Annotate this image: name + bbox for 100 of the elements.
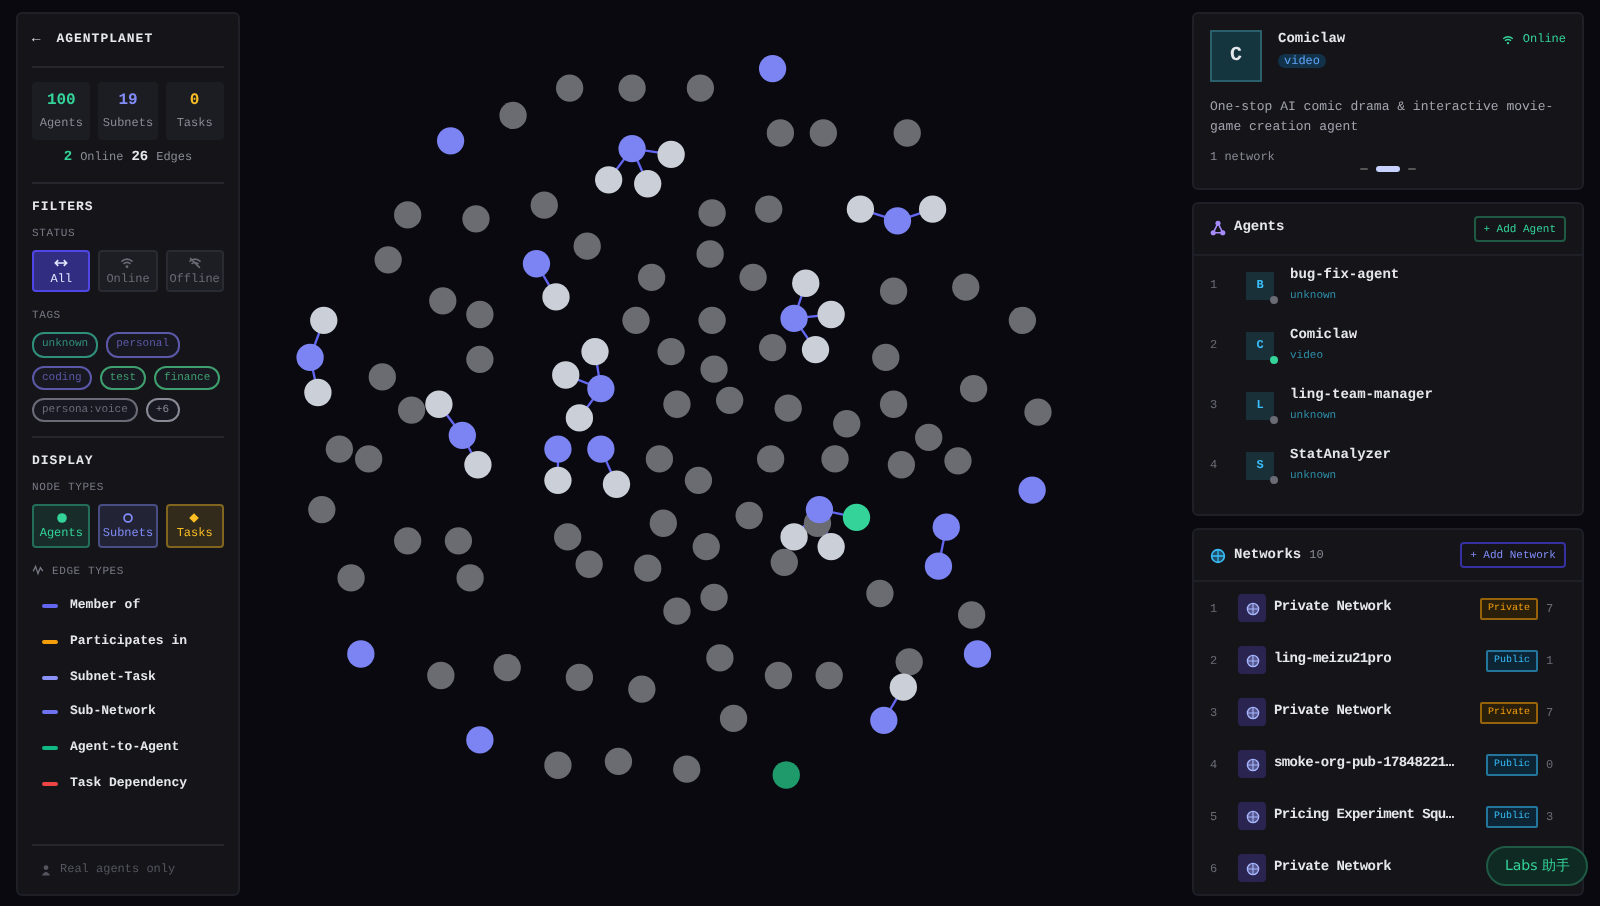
agent-node[interactable] (622, 306, 650, 334)
agent-node[interactable] (565, 663, 594, 692)
agent-node[interactable] (772, 761, 800, 789)
agent-node[interactable] (554, 523, 582, 551)
agent-node[interactable] (657, 337, 685, 366)
agent-node[interactable] (337, 564, 365, 592)
subnet-node[interactable] (870, 706, 898, 735)
agent-node[interactable] (774, 394, 802, 422)
agent-node[interactable] (958, 601, 986, 629)
agent-node[interactable] (602, 470, 631, 498)
agent-node[interactable] (595, 166, 623, 194)
subnet-node[interactable] (618, 134, 646, 163)
agent-node[interactable] (801, 335, 830, 364)
agent-node[interactable] (466, 300, 494, 329)
agent-node[interactable] (700, 583, 728, 612)
subnet-node[interactable] (932, 513, 960, 541)
subnet-node[interactable] (347, 640, 375, 668)
agent-node[interactable] (429, 287, 457, 315)
agent-node[interactable] (692, 533, 720, 561)
agent-node[interactable] (872, 343, 900, 372)
agent-node[interactable] (770, 548, 798, 576)
agent-node[interactable] (628, 675, 656, 703)
agent-node[interactable] (889, 673, 917, 701)
subnet-node[interactable] (758, 54, 787, 83)
agent-node[interactable] (944, 447, 972, 475)
agent-node[interactable] (634, 554, 662, 582)
agent-node[interactable] (462, 205, 490, 233)
agent-node[interactable] (552, 361, 580, 389)
agent-node[interactable] (833, 410, 861, 438)
agent-node[interactable] (739, 263, 767, 292)
agent-node[interactable] (604, 747, 633, 775)
agent-node[interactable] (1024, 398, 1052, 426)
agent-node[interactable] (879, 390, 908, 418)
agent-node[interactable] (618, 74, 646, 102)
agent-node[interactable] (952, 273, 980, 301)
agent-node[interactable] (755, 195, 783, 223)
agent-node[interactable] (698, 306, 726, 334)
agent-node[interactable] (466, 345, 494, 373)
agent-node[interactable] (696, 240, 724, 268)
agent-node[interactable] (355, 445, 383, 473)
subnet-node[interactable] (296, 343, 324, 372)
agent-node[interactable] (1008, 306, 1037, 334)
agent-node[interactable] (817, 300, 845, 329)
subnet-node[interactable] (883, 207, 912, 235)
agent-node[interactable] (735, 501, 763, 530)
agent-node[interactable] (394, 527, 422, 555)
agent-node[interactable] (444, 527, 473, 555)
agent-node[interactable] (758, 334, 787, 362)
agent-node[interactable] (780, 523, 808, 551)
subnet-node[interactable] (780, 304, 808, 333)
subnet-node[interactable] (466, 726, 494, 754)
agent-node[interactable] (918, 195, 947, 223)
agent-node[interactable] (817, 533, 845, 561)
agent-node[interactable] (308, 495, 336, 524)
subnet-node[interactable] (436, 127, 465, 155)
agent-node[interactable] (809, 119, 837, 147)
agent-node[interactable] (368, 363, 396, 391)
agent-node[interactable] (887, 451, 916, 479)
agent-node[interactable] (716, 386, 744, 414)
agent-node[interactable] (310, 306, 338, 334)
agent-node[interactable] (764, 661, 793, 690)
agent-node[interactable] (394, 201, 422, 229)
agent-node[interactable] (893, 119, 921, 147)
agent-node[interactable] (815, 661, 843, 690)
agent-node[interactable] (427, 661, 455, 690)
agent-node[interactable] (657, 140, 685, 169)
agent-node[interactable] (663, 597, 691, 625)
agent-node[interactable] (792, 269, 820, 297)
subnet-node[interactable] (522, 250, 551, 278)
agent-node[interactable] (700, 355, 728, 383)
agent-node[interactable] (684, 466, 713, 494)
agent-node[interactable] (565, 404, 594, 432)
agent-node[interactable] (493, 654, 521, 682)
agent-node[interactable] (581, 337, 609, 366)
agent-node[interactable] (556, 74, 584, 102)
subnet-node[interactable] (924, 552, 953, 580)
agent-node[interactable] (397, 396, 426, 424)
subnet-node[interactable] (587, 374, 615, 403)
agent-node[interactable] (634, 170, 662, 198)
agent-node[interactable] (464, 451, 492, 479)
agent-node[interactable] (673, 755, 701, 783)
agent-node[interactable] (544, 751, 572, 779)
agent-node[interactable] (663, 390, 691, 418)
subnet-node[interactable] (963, 640, 992, 668)
agent-node[interactable] (842, 503, 871, 532)
agent-node[interactable] (959, 374, 988, 403)
agent-node[interactable] (698, 199, 726, 227)
agent-node[interactable] (879, 277, 908, 305)
agent-node[interactable] (846, 195, 875, 223)
agent-node[interactable] (821, 445, 849, 473)
agent-node[interactable] (866, 579, 894, 608)
agent-node[interactable] (915, 423, 943, 452)
agent-node[interactable] (645, 445, 674, 473)
agent-node[interactable] (542, 283, 570, 311)
agent-node[interactable] (637, 263, 666, 292)
subnet-node[interactable] (1018, 476, 1046, 504)
agent-node[interactable] (304, 378, 332, 407)
agent-node[interactable] (499, 101, 527, 130)
subnet-node[interactable] (544, 435, 572, 463)
agent-node[interactable] (719, 704, 748, 733)
